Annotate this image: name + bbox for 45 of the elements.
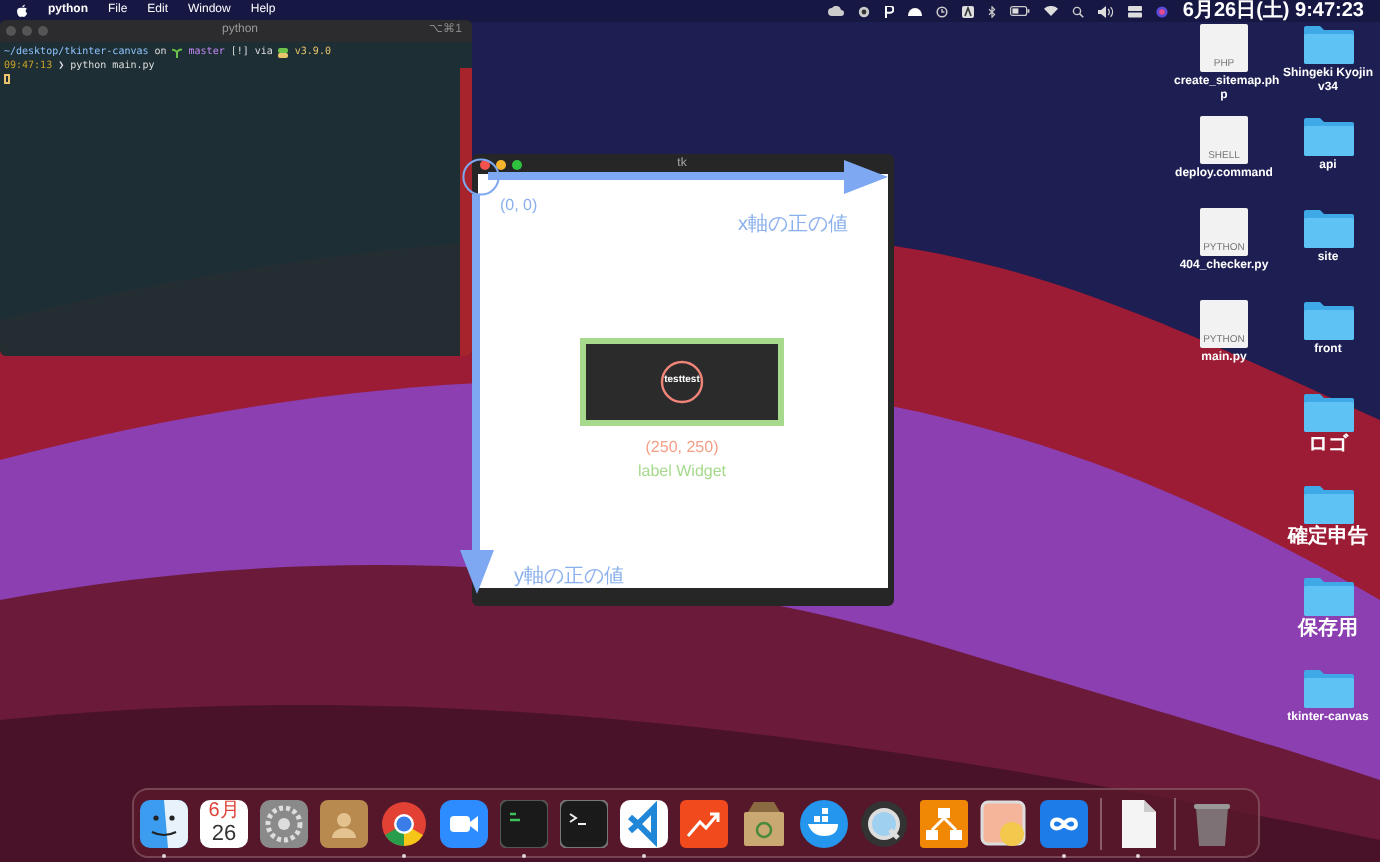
q-logo-icon[interactable] xyxy=(860,799,908,847)
calendar-icon[interactable]: 6月 26 xyxy=(200,799,248,847)
scroll-bar[interactable] xyxy=(460,68,472,356)
cloud-icon[interactable] xyxy=(828,6,845,16)
dome-icon[interactable] xyxy=(908,6,923,16)
position-label: (250, 250) xyxy=(643,436,721,460)
finder-face-icon[interactable] xyxy=(140,799,188,847)
file-name-label[interactable]: 保存用 xyxy=(1278,618,1378,640)
file-name-label[interactable]: 確定申告 xyxy=(1278,526,1378,548)
widget-caption: label Widget xyxy=(635,460,729,484)
close-button[interactable] xyxy=(480,159,490,169)
bluetooth-icon[interactable] xyxy=(988,5,997,17)
archive-box-icon[interactable] xyxy=(740,799,788,847)
origin-label: (0, 0) xyxy=(500,194,538,218)
video-camera-icon[interactable] xyxy=(440,799,488,847)
display-icon[interactable] xyxy=(1128,5,1143,17)
y-axis-label: y軸の正の値 xyxy=(514,563,624,592)
text-cursor xyxy=(4,74,10,84)
highlight-circle xyxy=(660,360,704,404)
minimize-button[interactable] xyxy=(496,159,506,169)
wifi-icon[interactable] xyxy=(1044,6,1059,16)
x-axis-label: x軸の正の値 xyxy=(738,211,848,240)
search-icon[interactable] xyxy=(1072,5,1085,17)
browser-icon[interactable] xyxy=(380,799,428,847)
clock-icon[interactable] xyxy=(936,5,949,17)
keyboard-icon[interactable] xyxy=(962,5,975,17)
siri-icon[interactable] xyxy=(1156,5,1169,17)
terminal-icon[interactable] xyxy=(560,799,608,847)
speaker-icon[interactable] xyxy=(1098,5,1115,17)
apple-logo-icon[interactable] xyxy=(16,4,28,18)
address-book-icon[interactable] xyxy=(320,799,368,847)
battery-icon[interactable] xyxy=(1010,6,1031,16)
infinity-icon[interactable] xyxy=(1040,799,1088,847)
calendar-day: 26 xyxy=(211,821,237,845)
calendar-month: 6月 xyxy=(208,799,240,821)
sprout-icon xyxy=(172,47,183,57)
gear-icon[interactable] xyxy=(260,799,308,847)
diagram-icon[interactable] xyxy=(920,799,968,847)
trash-can-icon[interactable] xyxy=(1188,799,1236,847)
photo-stack-icon[interactable] xyxy=(980,799,1028,847)
zoom-button[interactable] xyxy=(512,159,522,169)
code-editor-icon[interactable] xyxy=(620,799,668,847)
origin-circle xyxy=(462,158,500,196)
whale-icon[interactable] xyxy=(800,799,848,847)
file-name-label[interactable]: ロゴ xyxy=(1278,434,1378,456)
